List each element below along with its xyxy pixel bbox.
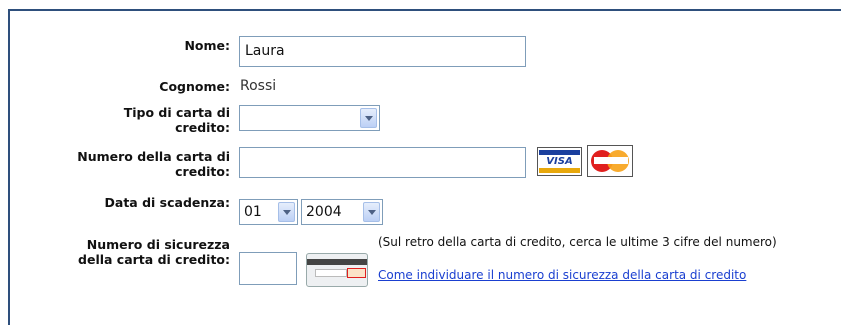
visa-logo-text: VISA xyxy=(546,156,573,167)
mastercard-logo-text xyxy=(594,157,628,164)
tipo-carta-label-line1: Tipo di carta di xyxy=(123,105,230,120)
sicurezza-note: (Sul retro della carta di credito, cerca… xyxy=(378,235,777,249)
tipo-carta-label-line2: credito: xyxy=(175,120,230,135)
tipo-carta-label: Tipo di carta di credito: xyxy=(0,105,230,135)
visa-logo-icon: VISA xyxy=(537,147,582,176)
cognome-label: Cognome: xyxy=(159,79,230,94)
numero-carta-label: Numero della carta di credito: xyxy=(0,149,230,179)
sicurezza-help-link[interactable]: Come individuare il numero di sicurezza … xyxy=(378,268,828,283)
sicurezza-input[interactable] xyxy=(239,252,297,285)
numero-carta-label-line1: Numero della carta di xyxy=(77,149,230,164)
sicurezza-label-line2: della carta di credito: xyxy=(78,252,230,267)
scadenza-mese-value: 01 xyxy=(244,204,262,220)
scadenza-anno-select[interactable]: 2004 xyxy=(301,199,383,225)
numero-carta-label-line2: credito: xyxy=(175,164,230,179)
cognome-value: Rossi xyxy=(240,78,277,94)
tipo-carta-select[interactable] xyxy=(239,105,380,131)
chevron-down-icon[interactable] xyxy=(360,108,377,128)
mastercard-logo-icon xyxy=(587,145,633,177)
chevron-down-icon[interactable] xyxy=(363,202,380,222)
scadenza-anno-value: 2004 xyxy=(306,204,342,220)
nome-label: Nome: xyxy=(184,38,230,53)
scadenza-label: Data di scadenza: xyxy=(104,195,230,210)
nome-input[interactable]: Laura xyxy=(239,36,526,67)
scadenza-mese-select[interactable]: 01 xyxy=(239,199,298,225)
card-back-icon xyxy=(306,253,368,287)
numero-carta-input[interactable] xyxy=(239,147,526,178)
chevron-down-icon[interactable] xyxy=(278,202,295,222)
sicurezza-label: Numero di sicurezza della carta di credi… xyxy=(0,237,230,267)
sicurezza-label-line1: Numero di sicurezza xyxy=(86,237,230,252)
